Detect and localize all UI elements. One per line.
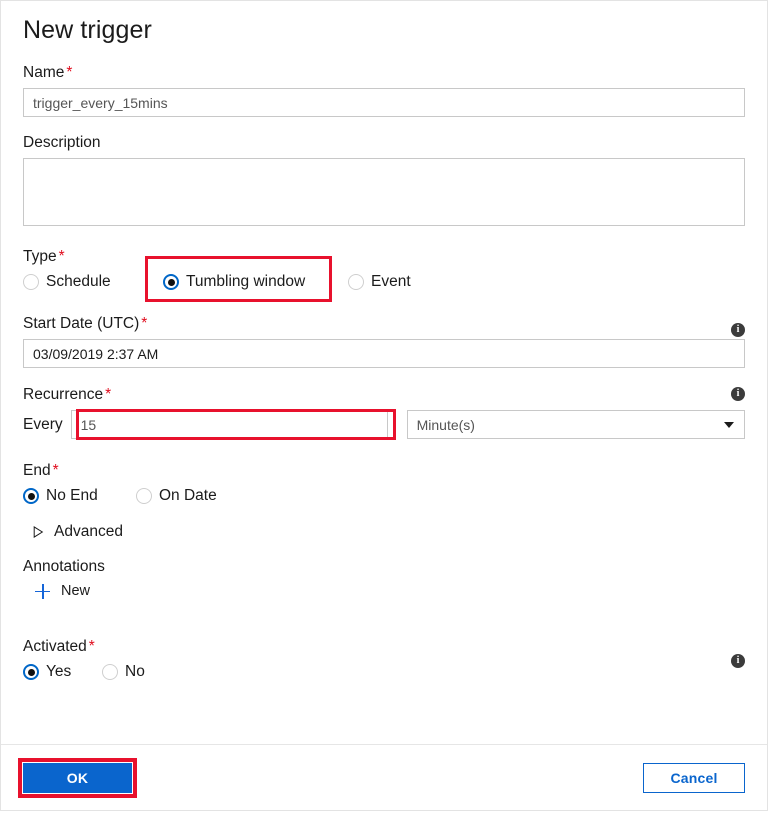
recurrence-label-text: Recurrence: [23, 386, 104, 403]
radio-label-tumbling-window: Tumbling window: [186, 273, 306, 290]
name-required-asterisk: *: [66, 64, 73, 81]
triangle-right-icon: [33, 526, 44, 538]
dialog-body: New trigger Name* Description Type* Sche…: [1, 1, 767, 744]
start-date-label-text: Start Date (UTC): [23, 315, 140, 332]
radio-circle-selected-icon: [163, 274, 179, 290]
radio-circle-icon: [136, 488, 152, 504]
activated-required-asterisk: *: [88, 638, 95, 655]
description-label: Description: [23, 134, 101, 151]
radio-activated-no[interactable]: No: [102, 662, 145, 682]
radio-label-yes: Yes: [46, 663, 72, 680]
radio-label-no-end: No End: [46, 487, 98, 504]
recurrence-required-asterisk: *: [105, 386, 112, 403]
plus-icon: [35, 583, 50, 599]
advanced-expander[interactable]: Advanced: [23, 523, 123, 541]
end-label: End *: [23, 461, 745, 481]
start-date-required-asterisk: *: [141, 315, 148, 332]
radio-type-event[interactable]: Event: [348, 272, 411, 292]
info-icon[interactable]: i: [731, 654, 745, 668]
radio-circle-icon: [23, 274, 39, 290]
radio-label-no: No: [125, 663, 145, 680]
radio-circle-icon: [348, 274, 364, 290]
radio-label-on-date: On Date: [159, 487, 217, 504]
page-title: New trigger: [23, 16, 152, 44]
ok-button[interactable]: OK: [23, 762, 132, 793]
dialog-footer: OK Cancel: [1, 744, 767, 810]
end-label-text: End: [23, 462, 51, 479]
radio-circle-icon: [102, 664, 118, 680]
activated-label-text: Activated: [23, 638, 87, 655]
radio-type-schedule[interactable]: Schedule: [23, 272, 149, 292]
name-label-text: Name: [23, 64, 65, 81]
info-icon[interactable]: i: [731, 387, 745, 401]
type-required-asterisk: *: [58, 248, 65, 265]
add-annotation-label: New: [61, 583, 91, 599]
info-icon[interactable]: i: [731, 323, 745, 337]
start-date-label: Start Date (UTC) * i: [23, 314, 745, 337]
radio-circle-selected-icon: [23, 664, 39, 680]
end-radio-group: No End On Date: [23, 486, 745, 506]
type-radio-group: Schedule Tumbling window Event: [23, 256, 745, 302]
recurrence-unit-value: Minute(s): [416, 416, 475, 433]
activated-radio-group: Yes No: [23, 662, 745, 682]
chevron-down-icon: [723, 421, 734, 428]
radio-activated-yes[interactable]: Yes: [23, 662, 102, 682]
new-trigger-dialog: New trigger Name* Description Type* Sche…: [0, 0, 768, 811]
start-date-input[interactable]: [23, 339, 745, 368]
name-label: Name *: [23, 63, 745, 83]
annotations-label: Annotations: [23, 558, 105, 575]
radio-circle-selected-icon: [23, 488, 39, 504]
radio-end-on-date[interactable]: On Date: [136, 486, 217, 506]
recurrence-row: Every Minute(s): [23, 409, 745, 440]
radio-type-tumbling-window[interactable]: Tumbling window: [149, 272, 348, 292]
description-textarea[interactable]: [23, 158, 745, 226]
advanced-label: Advanced: [54, 523, 123, 540]
type-label: Type *: [23, 247, 745, 267]
recurrence-label: Recurrence * i: [23, 385, 745, 405]
add-annotation-button[interactable]: New: [23, 583, 90, 599]
recurrence-unit-select[interactable]: Minute(s): [406, 410, 745, 439]
recurrence-interval-input[interactable]: [70, 410, 388, 439]
type-label-text: Type: [23, 248, 57, 265]
cancel-button[interactable]: Cancel: [643, 762, 745, 793]
activated-label: Activated * i: [23, 637, 745, 668]
end-required-asterisk: *: [52, 462, 59, 479]
radio-end-no-end[interactable]: No End: [23, 486, 136, 506]
name-input[interactable]: [23, 88, 745, 117]
radio-label-schedule: Schedule: [46, 273, 111, 290]
every-label: Every: [23, 415, 63, 433]
radio-label-event: Event: [371, 273, 411, 290]
